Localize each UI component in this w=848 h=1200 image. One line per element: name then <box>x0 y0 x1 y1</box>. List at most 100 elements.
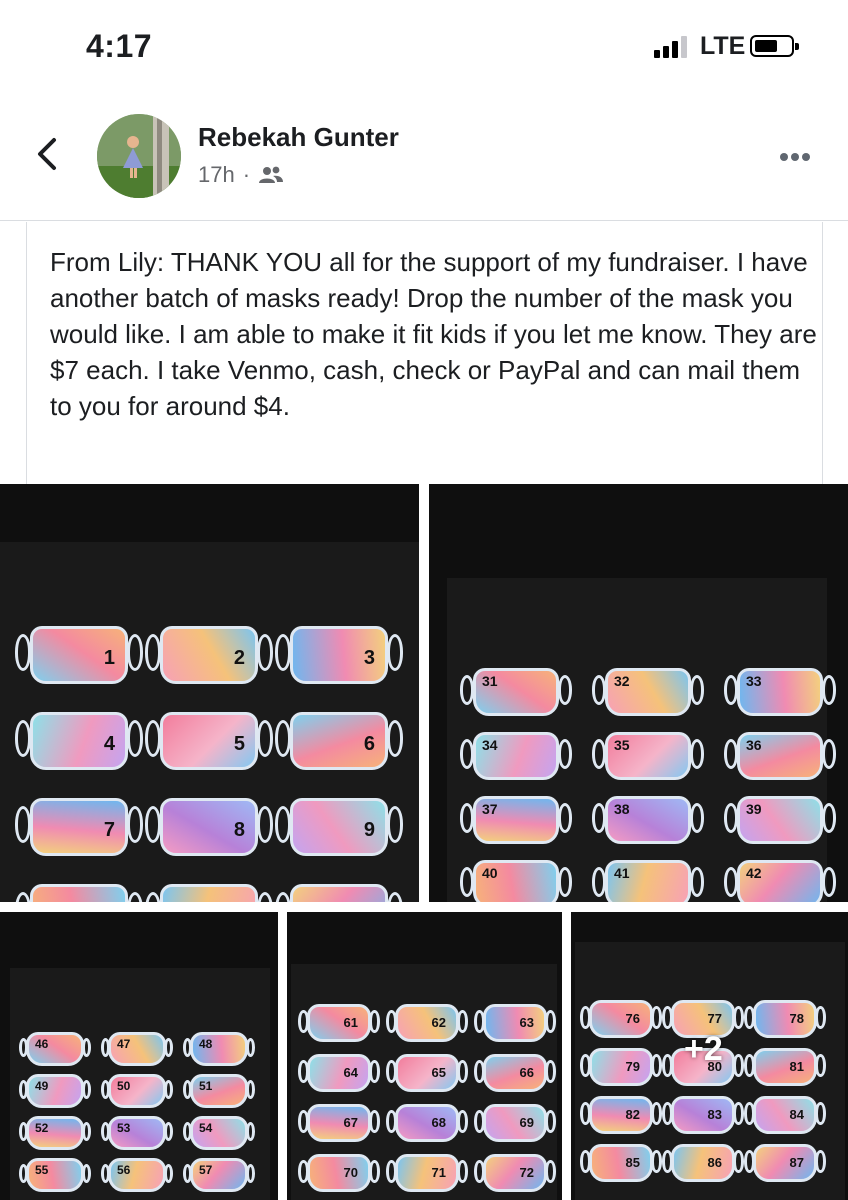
mask-item[interactable]: 39 <box>724 796 836 844</box>
mask-number: 56 <box>117 1163 131 1177</box>
mask-number: 41 <box>614 865 630 881</box>
mask-item[interactable]: 7 <box>14 798 144 856</box>
mask-number: 46 <box>35 1037 49 1051</box>
mask-item[interactable]: 76 <box>580 1000 662 1038</box>
mask-item[interactable]: 68 <box>386 1104 468 1142</box>
mask-number: 3 <box>363 647 375 669</box>
back-button[interactable] <box>30 134 66 174</box>
mask-item[interactable]: 49 <box>18 1074 92 1108</box>
mask-item[interactable]: 82 <box>580 1096 662 1134</box>
mask-item[interactable]: 5 <box>144 712 274 770</box>
mask-item[interactable]: 63 <box>474 1004 556 1042</box>
author-name[interactable]: Rebekah Gunter <box>198 122 399 153</box>
mask-item[interactable]: 57 <box>182 1158 256 1192</box>
mask-item[interactable]: 31 <box>460 668 572 716</box>
avatar[interactable] <box>97 114 181 198</box>
mask-item[interactable]: 9 <box>274 798 404 856</box>
mask-item[interactable]: 10 <box>14 884 144 902</box>
mask-item[interactable]: 87 <box>744 1144 826 1182</box>
post-frame-left <box>26 222 27 484</box>
mask-number: 76 <box>625 1011 640 1026</box>
mask-item[interactable]: 81 <box>744 1048 826 1086</box>
mask-item[interactable]: 47 <box>100 1032 174 1066</box>
mask-number: 5 <box>233 733 245 755</box>
mask-item[interactable]: 33 <box>724 668 836 716</box>
mask-item[interactable]: 2 <box>144 626 274 684</box>
mask-item[interactable]: 67 <box>298 1104 380 1142</box>
more-photos-count[interactable]: +2 <box>684 1030 723 1069</box>
mask-number: 40 <box>482 865 498 881</box>
mask-item[interactable]: 56 <box>100 1158 174 1192</box>
mask-item[interactable]: 55 <box>18 1158 92 1192</box>
post-age[interactable]: 17h <box>198 162 235 188</box>
mask-item[interactable]: 72 <box>474 1154 556 1192</box>
photo-4[interactable]: 61 62 63 64 65 66 67 68 69 70 71 72 <box>287 912 562 1200</box>
status-bar: 4:17 LTE <box>0 0 848 96</box>
mask-number: 61 <box>343 1015 358 1030</box>
mask-item[interactable]: 78 <box>744 1000 826 1038</box>
mask-item[interactable]: 62 <box>386 1004 468 1042</box>
mask-item[interactable]: 84 <box>744 1096 826 1134</box>
more-options-button[interactable] <box>780 148 818 162</box>
mask-item[interactable]: 36 <box>724 732 836 780</box>
mask-item[interactable]: 69 <box>474 1104 556 1142</box>
mask-item[interactable]: 38 <box>592 796 704 844</box>
mask-number: 54 <box>199 1121 213 1135</box>
mask-item[interactable]: 35 <box>592 732 704 780</box>
mask-item[interactable]: 53 <box>100 1116 174 1150</box>
photo-3[interactable]: 46 47 48 49 50 51 52 53 54 55 56 57 <box>0 912 278 1200</box>
mask-number: 49 <box>35 1079 49 1093</box>
mask-number: 81 <box>789 1059 804 1074</box>
mask-number: 48 <box>199 1037 213 1051</box>
mask-item[interactable]: 86 <box>662 1144 744 1182</box>
mask-number: 42 <box>746 865 762 881</box>
mask-item[interactable]: 12 <box>274 884 404 902</box>
mask-item[interactable]: 3 <box>274 626 404 684</box>
mask-item[interactable]: 11 <box>144 884 274 902</box>
mask-number: 47 <box>117 1037 131 1051</box>
mask-number: 78 <box>789 1011 804 1026</box>
mask-number: 79 <box>625 1059 640 1074</box>
mask-item[interactable]: 32 <box>592 668 704 716</box>
mask-item[interactable]: 6 <box>274 712 404 770</box>
mask-number: 9 <box>363 819 375 841</box>
mask-item[interactable]: 1 <box>14 626 144 684</box>
mask-number: 68 <box>431 1115 446 1130</box>
mask-number: 83 <box>707 1107 722 1122</box>
mask-item[interactable]: 52 <box>18 1116 92 1150</box>
mask-number: 1 <box>103 647 115 669</box>
mask-item[interactable]: 41 <box>592 860 704 902</box>
mask-number: 66 <box>519 1065 534 1080</box>
mask-item[interactable]: 51 <box>182 1074 256 1108</box>
mask-item[interactable]: 46 <box>18 1032 92 1066</box>
mask-item[interactable]: 61 <box>298 1004 380 1042</box>
mask-item[interactable]: 83 <box>662 1096 744 1134</box>
mask-item[interactable]: 66 <box>474 1054 556 1092</box>
mask-item[interactable]: 50 <box>100 1074 174 1108</box>
mask-number: 64 <box>343 1065 358 1080</box>
mask-item[interactable]: 8 <box>144 798 274 856</box>
mask-item[interactable]: 4 <box>14 712 144 770</box>
mask-item[interactable]: 71 <box>386 1154 468 1192</box>
mask-item[interactable]: 85 <box>580 1144 662 1182</box>
mask-item[interactable]: 40 <box>460 860 572 902</box>
mask-number: 39 <box>746 801 762 817</box>
mask-item[interactable]: 79 <box>580 1048 662 1086</box>
chevron-left-icon <box>38 138 56 170</box>
mask-item[interactable]: 37 <box>460 796 572 844</box>
mask-item[interactable]: 65 <box>386 1054 468 1092</box>
mask-number: 85 <box>625 1155 640 1170</box>
mask-item[interactable]: 48 <box>182 1032 256 1066</box>
photo-2[interactable]: 31 32 33 34 35 36 37 38 39 40 41 42 <box>429 484 848 902</box>
photo-1[interactable]: 123456789101112 <box>0 484 419 902</box>
mask-number: 67 <box>343 1115 358 1130</box>
mask-item[interactable]: 54 <box>182 1116 256 1150</box>
post-header: Rebekah Gunter 17h · <box>0 100 848 221</box>
mask-item[interactable]: 42 <box>724 860 836 902</box>
mask-item[interactable]: 34 <box>460 732 572 780</box>
mask-number: 65 <box>431 1065 446 1080</box>
mask-item[interactable]: 70 <box>298 1154 380 1192</box>
mask-number: 87 <box>789 1155 804 1170</box>
mask-item[interactable]: 64 <box>298 1054 380 1092</box>
mask-number: 32 <box>614 673 630 689</box>
